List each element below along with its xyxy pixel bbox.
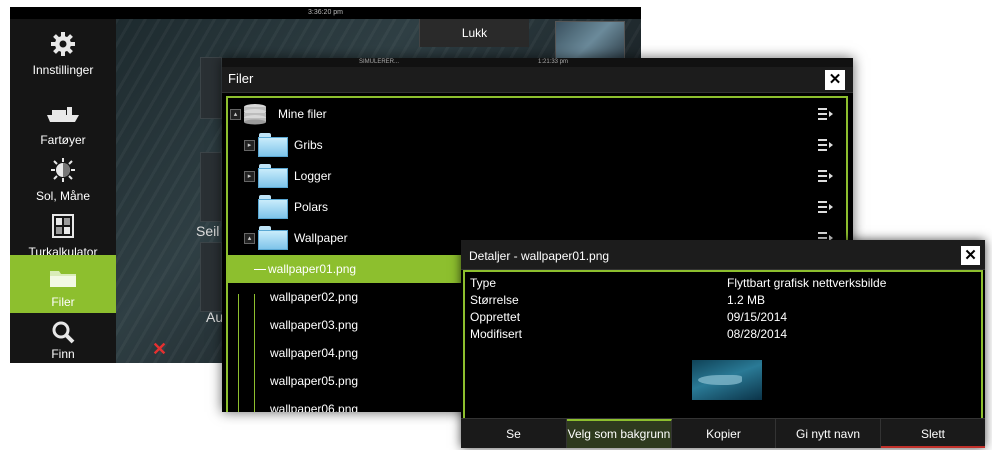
status-bar: SIMULERER... 1:21:33 pm	[222, 58, 853, 67]
set-background-button[interactable]: Velg som bakgrunn	[567, 419, 672, 448]
sidebar-item-find[interactable]: Finn	[10, 315, 116, 363]
view-button[interactable]: Se	[461, 419, 567, 448]
details-dialog: Detaljer - wallpaper01.png ✕ Type Flyttb…	[461, 240, 985, 448]
sun-moon-icon	[10, 157, 116, 183]
tree-item-label: Polars	[294, 200, 329, 214]
action-bar: Se Velg som bakgrunn Kopier Gi nytt navn…	[461, 418, 985, 448]
collapse-icon[interactable]: ▴	[230, 109, 241, 120]
sidebar-item-label: Innstillinger	[32, 63, 94, 77]
folder-icon	[10, 265, 116, 291]
close-button[interactable]: ✕	[825, 70, 845, 90]
property-value: 1.2 MB	[727, 293, 766, 307]
sidebar-item-label: Sol, Måne	[35, 189, 91, 203]
folder-icon	[258, 164, 288, 188]
expand-icon[interactable]: ▸	[244, 140, 255, 151]
tree-item-label: wallpaper01.png	[268, 262, 357, 276]
sidebar-item-label: Finn	[51, 347, 75, 361]
property-name: Type	[470, 276, 497, 290]
menu-icon[interactable]	[818, 201, 834, 213]
property-name: Opprettet	[470, 310, 521, 324]
sidebar-item-label: Filer	[51, 295, 75, 309]
menu-icon[interactable]	[818, 170, 834, 182]
tree-item-label: wallpaper02.png	[270, 290, 359, 304]
gear-icon	[10, 31, 116, 57]
tree-connector	[254, 269, 266, 270]
tree-row[interactable]: ▸ Logger	[228, 162, 846, 190]
property-value: Flyttbart grafisk nettverksbilde	[727, 276, 887, 290]
tree-row[interactable]: ▸ Gribs	[228, 131, 846, 159]
folder-icon	[258, 133, 288, 157]
sidebar-item-vessels[interactable]: Fartøyer	[10, 95, 116, 151]
cancel-icon[interactable]: ✕	[152, 339, 167, 360]
tile-label: Au	[206, 309, 224, 325]
sidebar-item-label: Fartøyer	[40, 133, 86, 147]
tree-item-label: Gribs	[294, 138, 323, 152]
sidebar: Innstillinger Fartøyer Sol, Måne Turkalk…	[10, 19, 116, 363]
status-bar: 3:36:20 pm	[10, 7, 641, 19]
tile-label: Seil	[196, 223, 220, 239]
expand-icon[interactable]: ▸	[244, 171, 255, 182]
copy-button[interactable]: Kopier	[672, 419, 776, 448]
tree-row[interactable]: Polars	[228, 193, 846, 221]
property-name: Modifisert	[470, 327, 523, 341]
folder-icon	[258, 226, 288, 250]
status-time: 3:36:20 pm	[307, 9, 344, 16]
close-button[interactable]: ✕	[961, 246, 980, 265]
menu-icon[interactable]	[818, 139, 834, 151]
tree-item-label: wallpaper04.png	[270, 346, 359, 360]
status-time: 1:21:33 pm	[538, 59, 569, 65]
property-value: 08/28/2014	[727, 327, 788, 341]
sidebar-item-files[interactable]: Filer	[10, 255, 116, 313]
folder-icon	[258, 195, 288, 219]
tree-item-label: Logger	[294, 169, 332, 183]
menu-icon[interactable]	[818, 108, 834, 120]
app-tile[interactable]	[200, 57, 222, 119]
dialog-title: Detaljer - wallpaper01.png	[469, 249, 610, 263]
close-button[interactable]: Lukk	[419, 19, 529, 47]
tree-item-label: wallpaper05.png	[270, 374, 359, 388]
details-body: Type Flyttbart grafisk nettverksbilde St…	[463, 270, 983, 418]
dialog-header: Detaljer - wallpaper01.png ✕	[461, 240, 985, 270]
tree-item-label: wallpaper03.png	[270, 318, 359, 332]
image-preview	[692, 360, 762, 400]
storage-drive-icon	[244, 104, 266, 125]
calculator-icon	[10, 213, 116, 239]
tree-item-label: Wallpaper	[294, 231, 348, 245]
vessel-icon	[10, 101, 116, 127]
rename-button[interactable]: Gi nytt navn	[776, 419, 881, 448]
app-tile[interactable]	[200, 152, 222, 222]
tree-item-label: Mine filer	[278, 107, 327, 121]
tree-row[interactable]: ▴ Mine filer	[228, 100, 846, 128]
collapse-icon[interactable]: ▴	[244, 233, 255, 244]
sidebar-item-settings[interactable]: Innstillinger	[10, 25, 116, 81]
simulation-status: SIMULERER...	[359, 59, 400, 65]
property-name: Størrelse	[470, 293, 519, 307]
tree-item-label: wallpaper06.png	[270, 402, 359, 412]
app-tile[interactable]	[200, 242, 222, 312]
property-value: 09/15/2014	[727, 310, 788, 324]
search-icon	[10, 319, 116, 345]
delete-button[interactable]: Slett	[881, 419, 985, 448]
dialog-title: Filer	[228, 71, 254, 86]
dialog-header: Filer ✕	[222, 67, 853, 93]
sidebar-item-sun-moon[interactable]: Sol, Måne	[10, 151, 116, 207]
